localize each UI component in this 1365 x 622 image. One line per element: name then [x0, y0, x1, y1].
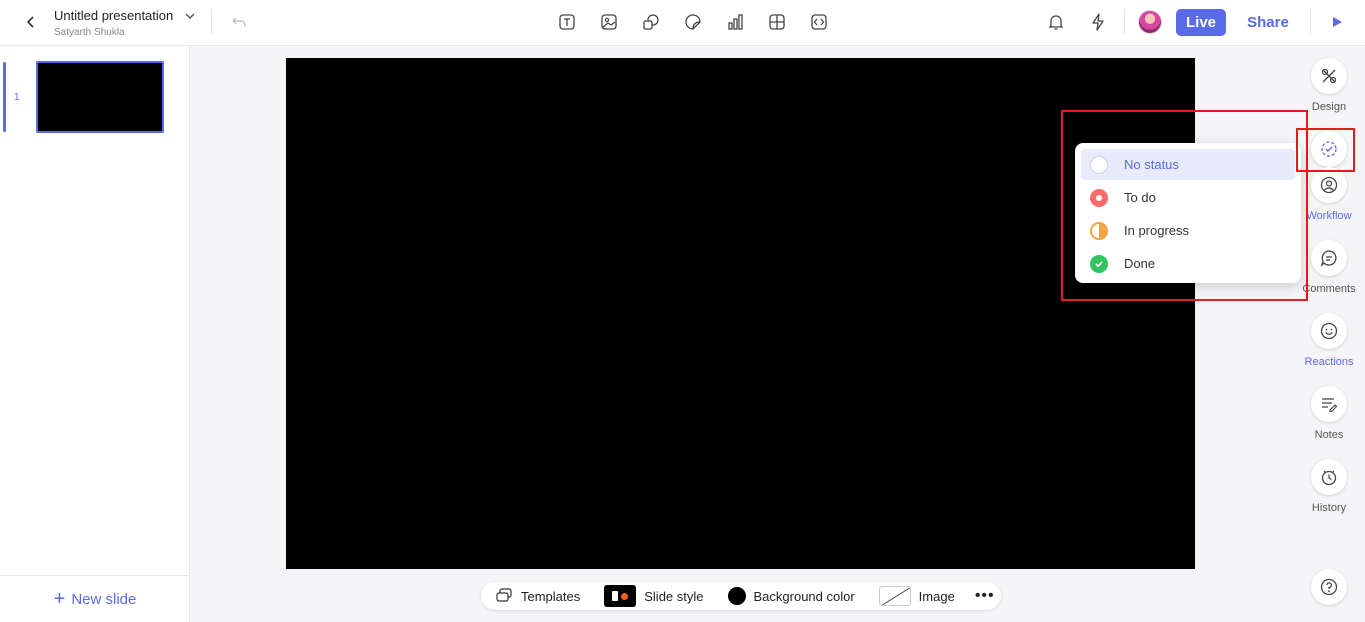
todo-icon: [1090, 188, 1108, 207]
live-button[interactable]: Live: [1176, 9, 1226, 36]
chevron-down-icon[interactable]: [183, 9, 197, 23]
avatar[interactable]: [1138, 10, 1162, 34]
status-option-label: To do: [1124, 190, 1156, 205]
slide-canvas[interactable]: [286, 58, 1195, 569]
empty-circle-icon: [1090, 155, 1108, 174]
slide-panel: 1 + New slide: [0, 47, 190, 622]
slide-thumbnail[interactable]: [36, 61, 164, 133]
notes-label: Notes: [1314, 429, 1344, 441]
status-menu: No status To do In progress Done: [1075, 143, 1301, 283]
design-button[interactable]: [1311, 58, 1347, 94]
lightning-icon[interactable]: [1087, 11, 1109, 33]
undo-icon[interactable]: [229, 12, 249, 32]
status-option-done[interactable]: Done: [1081, 248, 1295, 279]
templates-icon: [495, 587, 513, 606]
sticker-tool-icon[interactable]: [672, 10, 714, 34]
image-label: Image: [918, 588, 955, 604]
help-button[interactable]: [1311, 569, 1347, 605]
more-options-icon[interactable]: •••: [975, 587, 995, 605]
no-image-icon: [878, 586, 911, 606]
new-slide-button[interactable]: + New slide: [0, 575, 190, 622]
smiley-icon: [1320, 322, 1338, 340]
table-tool-icon[interactable]: [756, 10, 798, 34]
color-swatch-icon: [727, 587, 746, 605]
workflow-label: Workflow: [1306, 210, 1352, 222]
status-option-no-status[interactable]: No status: [1081, 149, 1295, 180]
status-option-label: No status: [1124, 157, 1179, 172]
status-option-label: In progress: [1124, 223, 1190, 238]
embed-tool-icon[interactable]: [798, 10, 840, 34]
bell-icon[interactable]: [1045, 11, 1067, 33]
status-option-label: Done: [1124, 256, 1156, 271]
reactions-label: Reactions: [1304, 356, 1354, 368]
workflow-button[interactable]: [1311, 167, 1347, 203]
templates-button[interactable]: Templates: [495, 587, 580, 606]
background-color-label: Background color: [753, 588, 855, 604]
back-icon[interactable]: [20, 11, 42, 33]
divider: [211, 10, 212, 34]
share-button[interactable]: Share: [1242, 9, 1294, 36]
status-button[interactable]: [1311, 131, 1347, 167]
slide-style-button[interactable]: Slide style: [604, 585, 704, 607]
text-tool-icon[interactable]: [546, 10, 588, 34]
image-button[interactable]: Image: [878, 586, 955, 606]
templates-label: Templates: [521, 588, 581, 604]
slide-number: 1: [14, 92, 20, 103]
background-color-button[interactable]: Background color: [727, 587, 855, 605]
status-option-to-do[interactable]: To do: [1081, 182, 1295, 213]
history-button[interactable]: [1311, 459, 1347, 495]
top-bar: Untitled presentation Satyarth Shukla Li…: [0, 0, 1365, 46]
comments-label: Comments: [1302, 283, 1356, 295]
plus-icon: +: [53, 588, 66, 610]
notes-icon: [1322, 398, 1338, 413]
chart-tool-icon[interactable]: [714, 10, 756, 34]
notes-button[interactable]: [1311, 386, 1347, 422]
user-icon: [1320, 176, 1338, 194]
comments-button[interactable]: [1311, 240, 1347, 276]
slide-toolbar: Templates Slide style Background color I…: [481, 582, 1001, 610]
slide-style-label: Slide style: [644, 588, 704, 604]
design-label: Design: [1311, 101, 1347, 113]
new-slide-label: New slide: [71, 590, 137, 608]
shape-tool-icon[interactable]: [630, 10, 672, 34]
half-circle-icon: [1090, 221, 1108, 240]
design-icon: [1321, 68, 1337, 84]
insert-toolbar: [546, 10, 840, 34]
slide-style-swatch-icon: [604, 585, 637, 607]
status-option-in-progress[interactable]: In progress: [1081, 215, 1295, 246]
image-tool-icon[interactable]: [588, 10, 630, 34]
history-label: History: [1311, 502, 1347, 514]
status-check-icon: [1321, 141, 1337, 157]
play-icon[interactable]: [1327, 12, 1347, 32]
history-icon: [1321, 470, 1337, 486]
divider: [1310, 10, 1311, 34]
comment-icon: [1320, 250, 1337, 267]
presentation-title[interactable]: Untitled presentation: [54, 8, 173, 23]
divider: [1124, 10, 1125, 34]
active-slide-indicator: [3, 62, 6, 132]
owner-name: Satyarth Shukla: [54, 27, 125, 38]
check-circle-icon: [1090, 254, 1108, 273]
help-icon: [1320, 578, 1338, 596]
reactions-button[interactable]: [1311, 313, 1347, 349]
